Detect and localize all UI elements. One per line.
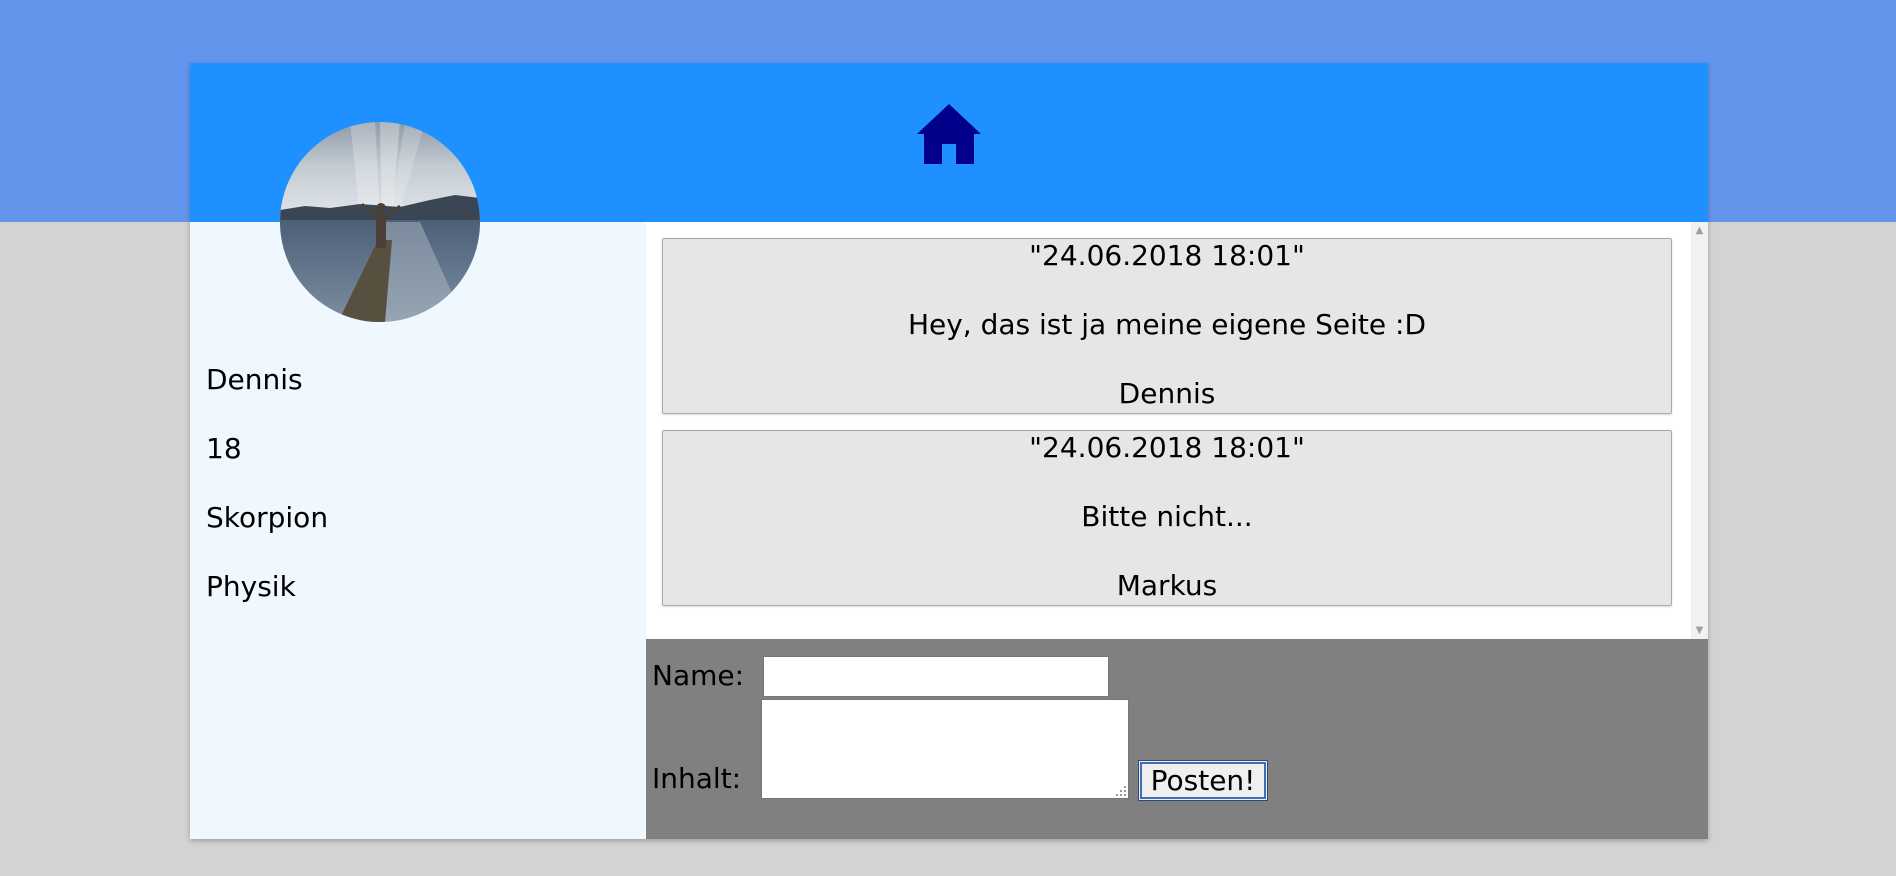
avatar bbox=[280, 122, 480, 322]
name-label: Name: bbox=[652, 659, 745, 692]
post-content: Hey, das ist ja meine eigene Seite :D bbox=[907, 308, 1427, 341]
profile-name: Dennis bbox=[206, 363, 303, 396]
post-date: "24.06.2018 18:01" bbox=[1029, 431, 1305, 464]
profile-info: Dennis 18 Skorpion Physik bbox=[206, 363, 626, 639]
post: "24.06.2018 18:01" Bitte nicht... Markus bbox=[662, 430, 1672, 606]
resize-grip-icon[interactable] bbox=[1116, 786, 1127, 797]
post-feed[interactable]: "24.06.2018 18:01" Hey, das ist ja meine… bbox=[646, 222, 1708, 639]
content-textarea[interactable] bbox=[761, 699, 1129, 799]
profile-zodiac: Skorpion bbox=[206, 501, 329, 534]
scroll-down-icon[interactable]: ▼ bbox=[1691, 622, 1708, 639]
feed-scrollbar[interactable]: ▲ ▼ bbox=[1691, 222, 1708, 639]
home-icon[interactable] bbox=[916, 103, 982, 165]
post-form: Name: Inhalt: Posten! bbox=[646, 639, 1708, 839]
post-author: Dennis bbox=[1118, 377, 1216, 410]
profile-card: Dennis 18 Skorpion Physik "24.06.2018 18… bbox=[190, 63, 1708, 839]
post-author: Markus bbox=[1116, 569, 1218, 602]
post: "24.06.2018 18:01" Hey, das ist ja meine… bbox=[662, 238, 1672, 414]
scroll-up-icon[interactable]: ▲ bbox=[1691, 222, 1708, 239]
content-label: Inhalt: bbox=[652, 762, 742, 795]
post-content: Bitte nicht... bbox=[1081, 500, 1253, 533]
post-date: "24.06.2018 18:01" bbox=[1029, 239, 1305, 272]
profile-subject: Physik bbox=[206, 570, 296, 603]
avatar-photo bbox=[280, 122, 480, 322]
profile-age: 18 bbox=[206, 432, 242, 465]
post-button[interactable]: Posten! bbox=[1138, 760, 1268, 801]
name-input[interactable] bbox=[763, 656, 1109, 697]
